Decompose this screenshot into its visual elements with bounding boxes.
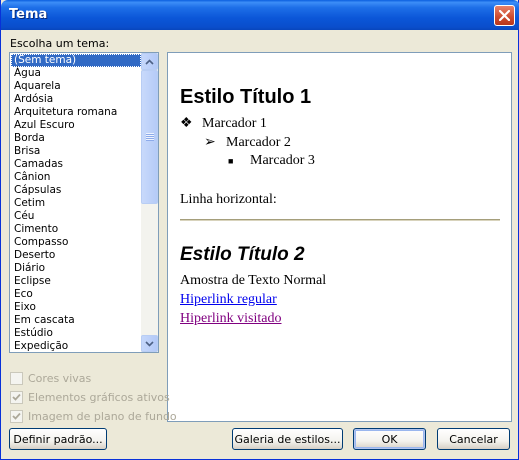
theme-list-item[interactable]: Água bbox=[11, 67, 141, 80]
style-gallery-button[interactable]: Galeria de estilos... bbox=[232, 428, 343, 450]
arrow-bullet-icon: ➢ bbox=[204, 135, 216, 150]
preview-bullet-3: ■ Marcador 3 bbox=[228, 153, 315, 168]
ok-button[interactable]: OK bbox=[353, 428, 426, 450]
theme-list-item[interactable]: Borda bbox=[11, 132, 141, 145]
title-bar[interactable]: Tema bbox=[1, 0, 519, 30]
scroll-thumb[interactable] bbox=[141, 70, 158, 204]
checkmark-icon bbox=[12, 393, 21, 401]
theme-list-item[interactable]: Eixo bbox=[11, 301, 141, 314]
close-button[interactable] bbox=[494, 5, 515, 26]
scroll-up-button[interactable] bbox=[141, 53, 158, 70]
theme-list-item[interactable]: Compasso bbox=[11, 236, 141, 249]
theme-list-item[interactable]: Ardósia bbox=[11, 93, 141, 106]
theme-list-item[interactable]: Deserto bbox=[11, 249, 141, 262]
theme-list-item[interactable]: Cimento bbox=[11, 223, 141, 236]
background-image-checkbox[interactable]: Imagem de plano de fundo bbox=[10, 409, 177, 423]
diamond-bullet-icon: ❖ bbox=[180, 116, 193, 131]
preview-link-regular[interactable]: Hiperlink regular bbox=[180, 292, 277, 308]
theme-list-item[interactable]: Cânion bbox=[11, 171, 141, 184]
preview-bullet-2: ➢ Marcador 2 bbox=[204, 135, 291, 150]
theme-preview: Estilo Título 1 ❖ Marcador 1 ➢ Marcador 2 … bbox=[167, 52, 512, 422]
square-bullet-icon: ■ bbox=[228, 156, 234, 166]
theme-list: (Sem tema) Água Aquarela Ardósia Arquitetura… bbox=[11, 54, 141, 352]
checkbox-box bbox=[10, 409, 23, 423]
vivid-colors-checkbox[interactable]: Cores vivas bbox=[10, 371, 91, 385]
theme-list-item[interactable]: Cápsulas bbox=[11, 184, 141, 197]
checkmark-icon bbox=[12, 412, 21, 420]
preview-heading-1: Estilo Título 1 bbox=[180, 86, 312, 108]
theme-list-scrollbar[interactable] bbox=[141, 53, 158, 352]
theme-list-item[interactable]: Aquarela bbox=[11, 80, 141, 93]
theme-list-item[interactable]: Camadas bbox=[11, 158, 141, 171]
chevron-up-icon bbox=[145, 58, 154, 65]
theme-list-item[interactable]: Em cascata bbox=[11, 314, 141, 327]
set-default-button[interactable]: Definir padrão... bbox=[9, 428, 107, 450]
theme-list-item[interactable]: Cetim bbox=[11, 197, 141, 210]
theme-list-label: Escolha um tema: bbox=[10, 37, 110, 50]
theme-list-item[interactable]: Azul Escuro bbox=[11, 119, 141, 132]
preview-heading-2: Estilo Título 2 bbox=[180, 244, 305, 265]
theme-dialog: Tema Escolha um tema: (Sem tema) Água Aqua… bbox=[0, 0, 519, 460]
active-graphics-checkbox[interactable]: Elementos gráficos ativos bbox=[10, 390, 170, 404]
theme-list-item[interactable]: Arquitetura romana bbox=[11, 106, 141, 119]
theme-list-item[interactable]: Eco bbox=[11, 288, 141, 301]
theme-list-item[interactable]: Eclipse bbox=[11, 275, 141, 288]
preview-horizontal-line bbox=[180, 219, 500, 221]
theme-listbox[interactable]: (Sem tema) Água Aquarela Ardósia Arquitetura… bbox=[9, 52, 159, 353]
preview-hr-label: Linha horizontal: bbox=[180, 192, 277, 207]
window-title: Tema bbox=[9, 7, 48, 22]
theme-list-item[interactable]: (Sem tema) bbox=[11, 54, 141, 67]
checkbox-box bbox=[10, 371, 23, 385]
checkbox-box bbox=[10, 390, 23, 404]
theme-list-item[interactable]: Expedição bbox=[11, 340, 141, 352]
cancel-button[interactable]: Cancelar bbox=[437, 428, 510, 450]
close-icon bbox=[499, 10, 510, 21]
theme-list-item[interactable]: Brisa bbox=[11, 145, 141, 158]
scroll-down-button[interactable] bbox=[141, 335, 158, 352]
preview-normal-text: Amostra de Texto Normal bbox=[180, 273, 327, 288]
chevron-down-icon bbox=[145, 340, 154, 347]
preview-bullet-1: ❖ Marcador 1 bbox=[180, 116, 267, 131]
theme-list-item[interactable]: Estúdio bbox=[11, 327, 141, 340]
theme-list-item[interactable]: Diário bbox=[11, 262, 141, 275]
preview-link-visited[interactable]: Hiperlink visitado bbox=[180, 311, 282, 327]
scroll-grip bbox=[146, 133, 154, 141]
theme-list-item[interactable]: Céu bbox=[11, 210, 141, 223]
